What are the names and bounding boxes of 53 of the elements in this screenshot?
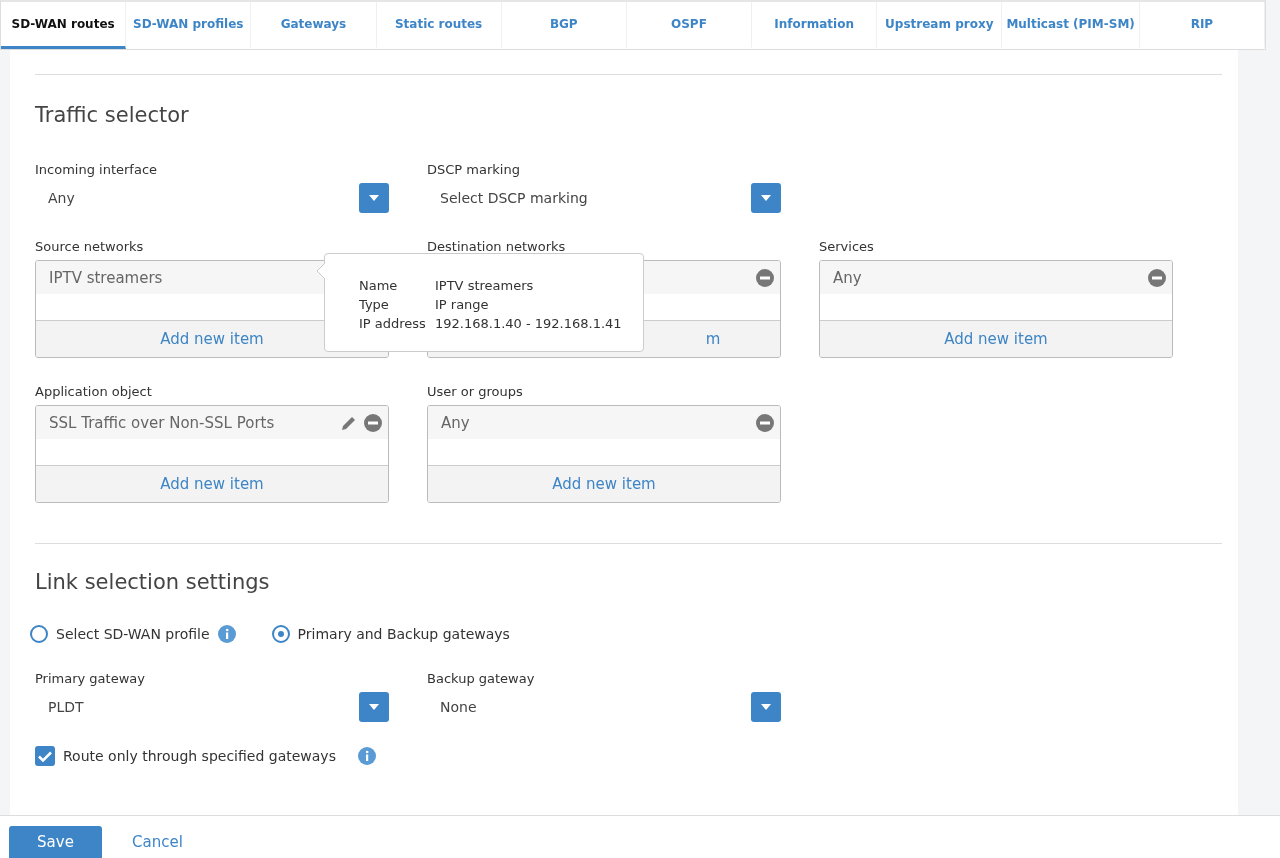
add-item-button[interactable]: m — [705, 330, 721, 348]
field-label: Primary gateway — [35, 671, 146, 686]
dropdown-field[interactable]: PLDT — [35, 692, 389, 722]
remove-icon[interactable] — [756, 268, 774, 287]
caret-icon — [368, 703, 380, 711]
section-title: Link selection settings — [35, 570, 271, 594]
field-label: Application object — [35, 384, 153, 399]
dropdown-field[interactable]: Select DSCP marking — [427, 183, 781, 213]
add-item-button[interactable]: Add new item — [944, 330, 1048, 348]
field-label: User or groups — [427, 384, 524, 399]
cancel-button[interactable]: Cancel — [114, 826, 201, 858]
checkbox[interactable] — [35, 746, 55, 766]
dropdown-button[interactable] — [751, 692, 781, 722]
field-label: Destination networks — [427, 239, 567, 254]
caret-icon — [760, 194, 772, 202]
tab[interactable]: SD-WAN routes — [1, 2, 127, 49]
remove-icon[interactable] — [364, 413, 382, 432]
tooltip-value: IPTV streamers — [435, 277, 534, 295]
radio-button[interactable] — [30, 625, 48, 643]
radio-option[interactable]: Select SD-WAN profile — [30, 625, 236, 643]
section-title: Traffic selector — [35, 103, 190, 127]
dropdown-button[interactable] — [359, 183, 389, 213]
field-label: Backup gateway — [427, 671, 536, 686]
list-item[interactable]: Any — [820, 261, 1172, 294]
list-item[interactable]: SSL Traffic over Non-SSL Ports — [36, 406, 388, 439]
list-item[interactable]: Any — [428, 406, 780, 439]
field-label: Incoming interface — [35, 162, 159, 177]
add-item-button[interactable]: Add new item — [160, 475, 264, 493]
radio-label: Primary and Backup gateways — [297, 626, 510, 642]
checkbox-label: Route only through specified gateways — [63, 748, 336, 764]
remove-icon[interactable] — [756, 413, 774, 432]
dropdown-field[interactable]: None — [427, 692, 781, 722]
tooltip-value: IP range — [435, 296, 489, 314]
add-item-button[interactable]: Add new item — [552, 475, 656, 493]
remove-icon[interactable] — [1148, 268, 1166, 287]
info-icon[interactable] — [217, 625, 236, 643]
tooltip-key: IP address — [359, 314, 435, 333]
dropdown-button[interactable] — [751, 183, 781, 213]
radio-option[interactable]: Primary and Backup gateways — [271, 625, 510, 643]
radio-label: Select SD-WAN profile — [56, 626, 210, 642]
field-label: DSCP marking — [427, 162, 521, 177]
caret-icon — [760, 703, 772, 711]
dropdown-field[interactable]: Any — [35, 183, 389, 213]
caret-icon — [368, 194, 380, 202]
radio-button[interactable] — [271, 625, 290, 643]
info-icon[interactable] — [357, 747, 376, 765]
dropdown-button[interactable] — [359, 692, 389, 722]
tooltip-value: 192.168.1.40 - 192.168.1.41 — [435, 315, 622, 333]
field-label: Source networks — [35, 239, 145, 254]
field-label: Services — [819, 239, 875, 254]
save-button[interactable]: Save — [9, 826, 102, 858]
tooltip-key: Type — [359, 295, 435, 314]
add-item-button[interactable]: Add new item — [160, 330, 264, 348]
